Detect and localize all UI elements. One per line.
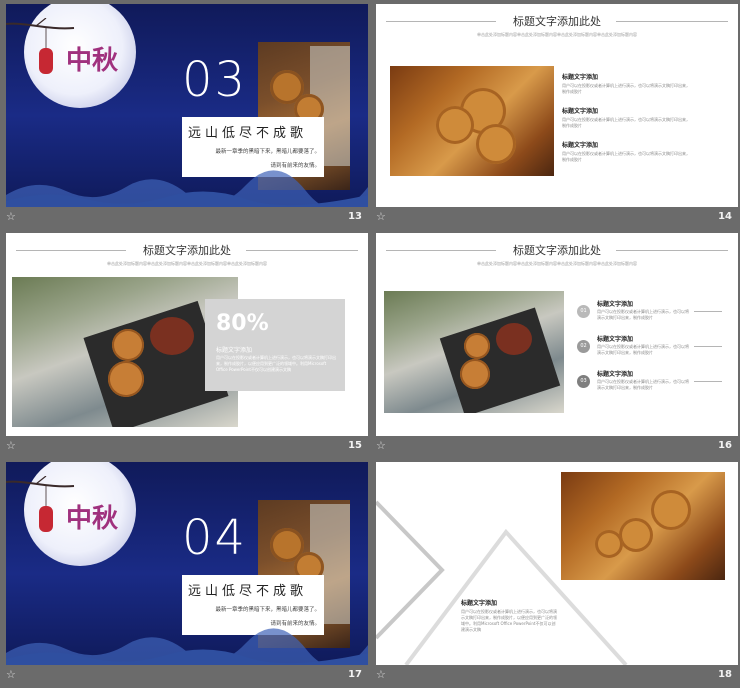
slide-subtitle: 单击此处添加标题内容单击此处添加标题内容单击此处添加标题内容单击此处添加标题内容 <box>477 261 637 266</box>
star-icon[interactable]: ☆ <box>6 210 16 223</box>
divider <box>694 311 722 312</box>
section-number: 04 <box>182 510 248 566</box>
mid-autumn-logo: 中秋 <box>66 46 119 76</box>
item-text: 用户可以在投影仪或者计算机上进行演示，也可以将演示文稿打印出来，制作成胶片 <box>562 117 690 128</box>
slide-thumbnail-17[interactable]: 中秋 04 远山低尽不成歌 最新一章季的黑暗下来，黑暗儿都要落了。 请到有前来的… <box>6 462 368 688</box>
item-title: 标题文字添加 <box>461 600 498 607</box>
percent-card: 80% 标题文字添加 用户可以在投影仪或者计算机上进行演示，也可以将演示文稿打印… <box>205 299 345 391</box>
slide-sorter-grid: 中秋 03 远山低尽不成歌 最新一章季的黑暗下来，黑暗儿都要落了。 请到有前来的… <box>0 0 740 683</box>
slide-number: 18 <box>718 669 732 680</box>
slide-footer: ☆ 13 <box>6 209 368 228</box>
item-text: 用户可以在投影仪或者计算机上进行演示，也可以将演示文稿打印出来，制作成胶片 <box>597 379 689 390</box>
mid-autumn-logo: 中秋 <box>66 504 119 534</box>
slide-17-canvas: 中秋 04 远山低尽不成歌 最新一章季的黑暗下来，黑暗儿都要落了。 请到有前来的… <box>6 462 368 665</box>
slide-title: 标题文字添加此处 <box>513 244 601 257</box>
slide-thumbnail-16[interactable]: 标题文字添加此处 单击此处添加标题内容单击此处添加标题内容单击此处添加标题内容单… <box>376 233 738 459</box>
poem-title: 远山低尽不成歌 <box>188 126 308 141</box>
slide-title: 标题文字添加此处 <box>143 244 231 257</box>
cloud-waves <box>6 170 368 207</box>
slide-footer: ☆ 16 <box>376 438 738 457</box>
slide-number: 13 <box>348 211 362 222</box>
step-badge: 02 <box>577 340 590 353</box>
divider <box>694 346 722 347</box>
poem-line: 最新一章季的黑暗下来，黑暗儿都要落了。 <box>215 149 320 155</box>
star-icon[interactable]: ☆ <box>376 439 386 452</box>
section-number: 03 <box>182 52 248 108</box>
slide-13-canvas: 中秋 03 远山低尽不成歌 最新一章季的黑暗下来，黑暗儿都要落了。 请到有前来的… <box>6 4 368 207</box>
slide-number: 15 <box>348 440 362 451</box>
item-text: 用户可以在投影仪或者计算机上进行演示，也可以将演示文稿打印出来，制作成胶片，以便… <box>461 609 557 632</box>
item-title: 标题文字添加 <box>597 301 634 308</box>
mooncake-photo <box>390 66 554 176</box>
slide-footer: ☆ 17 <box>6 667 368 686</box>
slide-title: 标题文字添加此处 <box>513 15 601 28</box>
slide-number: 14 <box>718 211 732 222</box>
slide-footer: ☆ 18 <box>376 667 738 686</box>
item-text: 用户可以在投影仪或者计算机上进行演示，也可以将演示文稿打印出来，制作成胶片 <box>597 309 689 320</box>
slide-subtitle: 单击此处添加标题内容单击此处添加标题内容单击此处添加标题内容单击此处添加标题内容 <box>477 32 637 37</box>
card-text: 用户可以在投影仪或者计算机上进行演示，也可以将演示文稿打印出来，制作成胶片，以便… <box>216 355 336 372</box>
item-title: 标题文字添加 <box>562 74 599 81</box>
slide-footer: ☆ 14 <box>376 209 738 228</box>
card-title: 标题文字添加 <box>216 347 253 354</box>
slide-15-canvas: 标题文字添加此处 单击此处添加标题内容单击此处添加标题内容单击此处添加标题内容单… <box>6 233 368 436</box>
slide-thumbnail-13[interactable]: 中秋 03 远山低尽不成歌 最新一章季的黑暗下来，黑暗儿都要落了。 请到有前来的… <box>6 4 368 230</box>
item-title: 标题文字添加 <box>562 142 599 149</box>
slide-number: 16 <box>718 440 732 451</box>
item-text: 用户可以在投影仪或者计算机上进行演示，也可以将演示文稿打印出来，制作成胶片 <box>562 83 690 94</box>
item-title: 标题文字添加 <box>597 371 634 378</box>
slide-thumbnail-18[interactable]: 标题文字添加 用户可以在投影仪或者计算机上进行演示，也可以将演示文稿打印出来，制… <box>376 462 738 688</box>
star-icon[interactable]: ☆ <box>6 668 16 681</box>
mooncake-photo <box>561 472 725 580</box>
slide-subtitle: 单击此处添加标题内容单击此处添加标题内容单击此处添加标题内容单击此处添加标题内容 <box>107 261 267 266</box>
item-title: 标题文字添加 <box>597 336 634 343</box>
item-text: 用户可以在投影仪或者计算机上进行演示，也可以将演示文稿打印出来，制作成胶片 <box>597 344 689 355</box>
lantern-icon <box>39 48 53 74</box>
step-badge: 03 <box>577 375 590 388</box>
lantern-icon <box>39 506 53 532</box>
item-text: 用户可以在投影仪或者计算机上进行演示，也可以将演示文稿打印出来，制作成胶片 <box>562 151 690 162</box>
slide-thumbnail-15[interactable]: 标题文字添加此处 单击此处添加标题内容单击此处添加标题内容单击此处添加标题内容单… <box>6 233 368 459</box>
slide-number: 17 <box>348 669 362 680</box>
star-icon[interactable]: ☆ <box>6 439 16 452</box>
slide-18-canvas: 标题文字添加 用户可以在投影仪或者计算机上进行演示，也可以将演示文稿打印出来，制… <box>376 462 738 665</box>
slide-thumbnail-14[interactable]: 标题文字添加此处 单击此处添加标题内容单击此处添加标题内容单击此处添加标题内容单… <box>376 4 738 230</box>
cloud-waves <box>6 628 368 665</box>
poem-line: 最新一章季的黑暗下来，黑暗儿都要落了。 <box>215 607 320 613</box>
item-title: 标题文字添加 <box>562 108 599 115</box>
percent-value: 80% <box>216 311 269 336</box>
slide-16-canvas: 标题文字添加此处 单击此处添加标题内容单击此处添加标题内容单击此处添加标题内容单… <box>376 233 738 436</box>
slide-14-canvas: 标题文字添加此处 单击此处添加标题内容单击此处添加标题内容单击此处添加标题内容单… <box>376 4 738 207</box>
slide-footer: ☆ 15 <box>6 438 368 457</box>
divider <box>694 381 722 382</box>
tea-mooncake-photo <box>384 291 564 413</box>
poem-title: 远山低尽不成歌 <box>188 584 308 599</box>
star-icon[interactable]: ☆ <box>376 210 386 223</box>
star-icon[interactable]: ☆ <box>376 668 386 681</box>
step-badge: 01 <box>577 305 590 318</box>
